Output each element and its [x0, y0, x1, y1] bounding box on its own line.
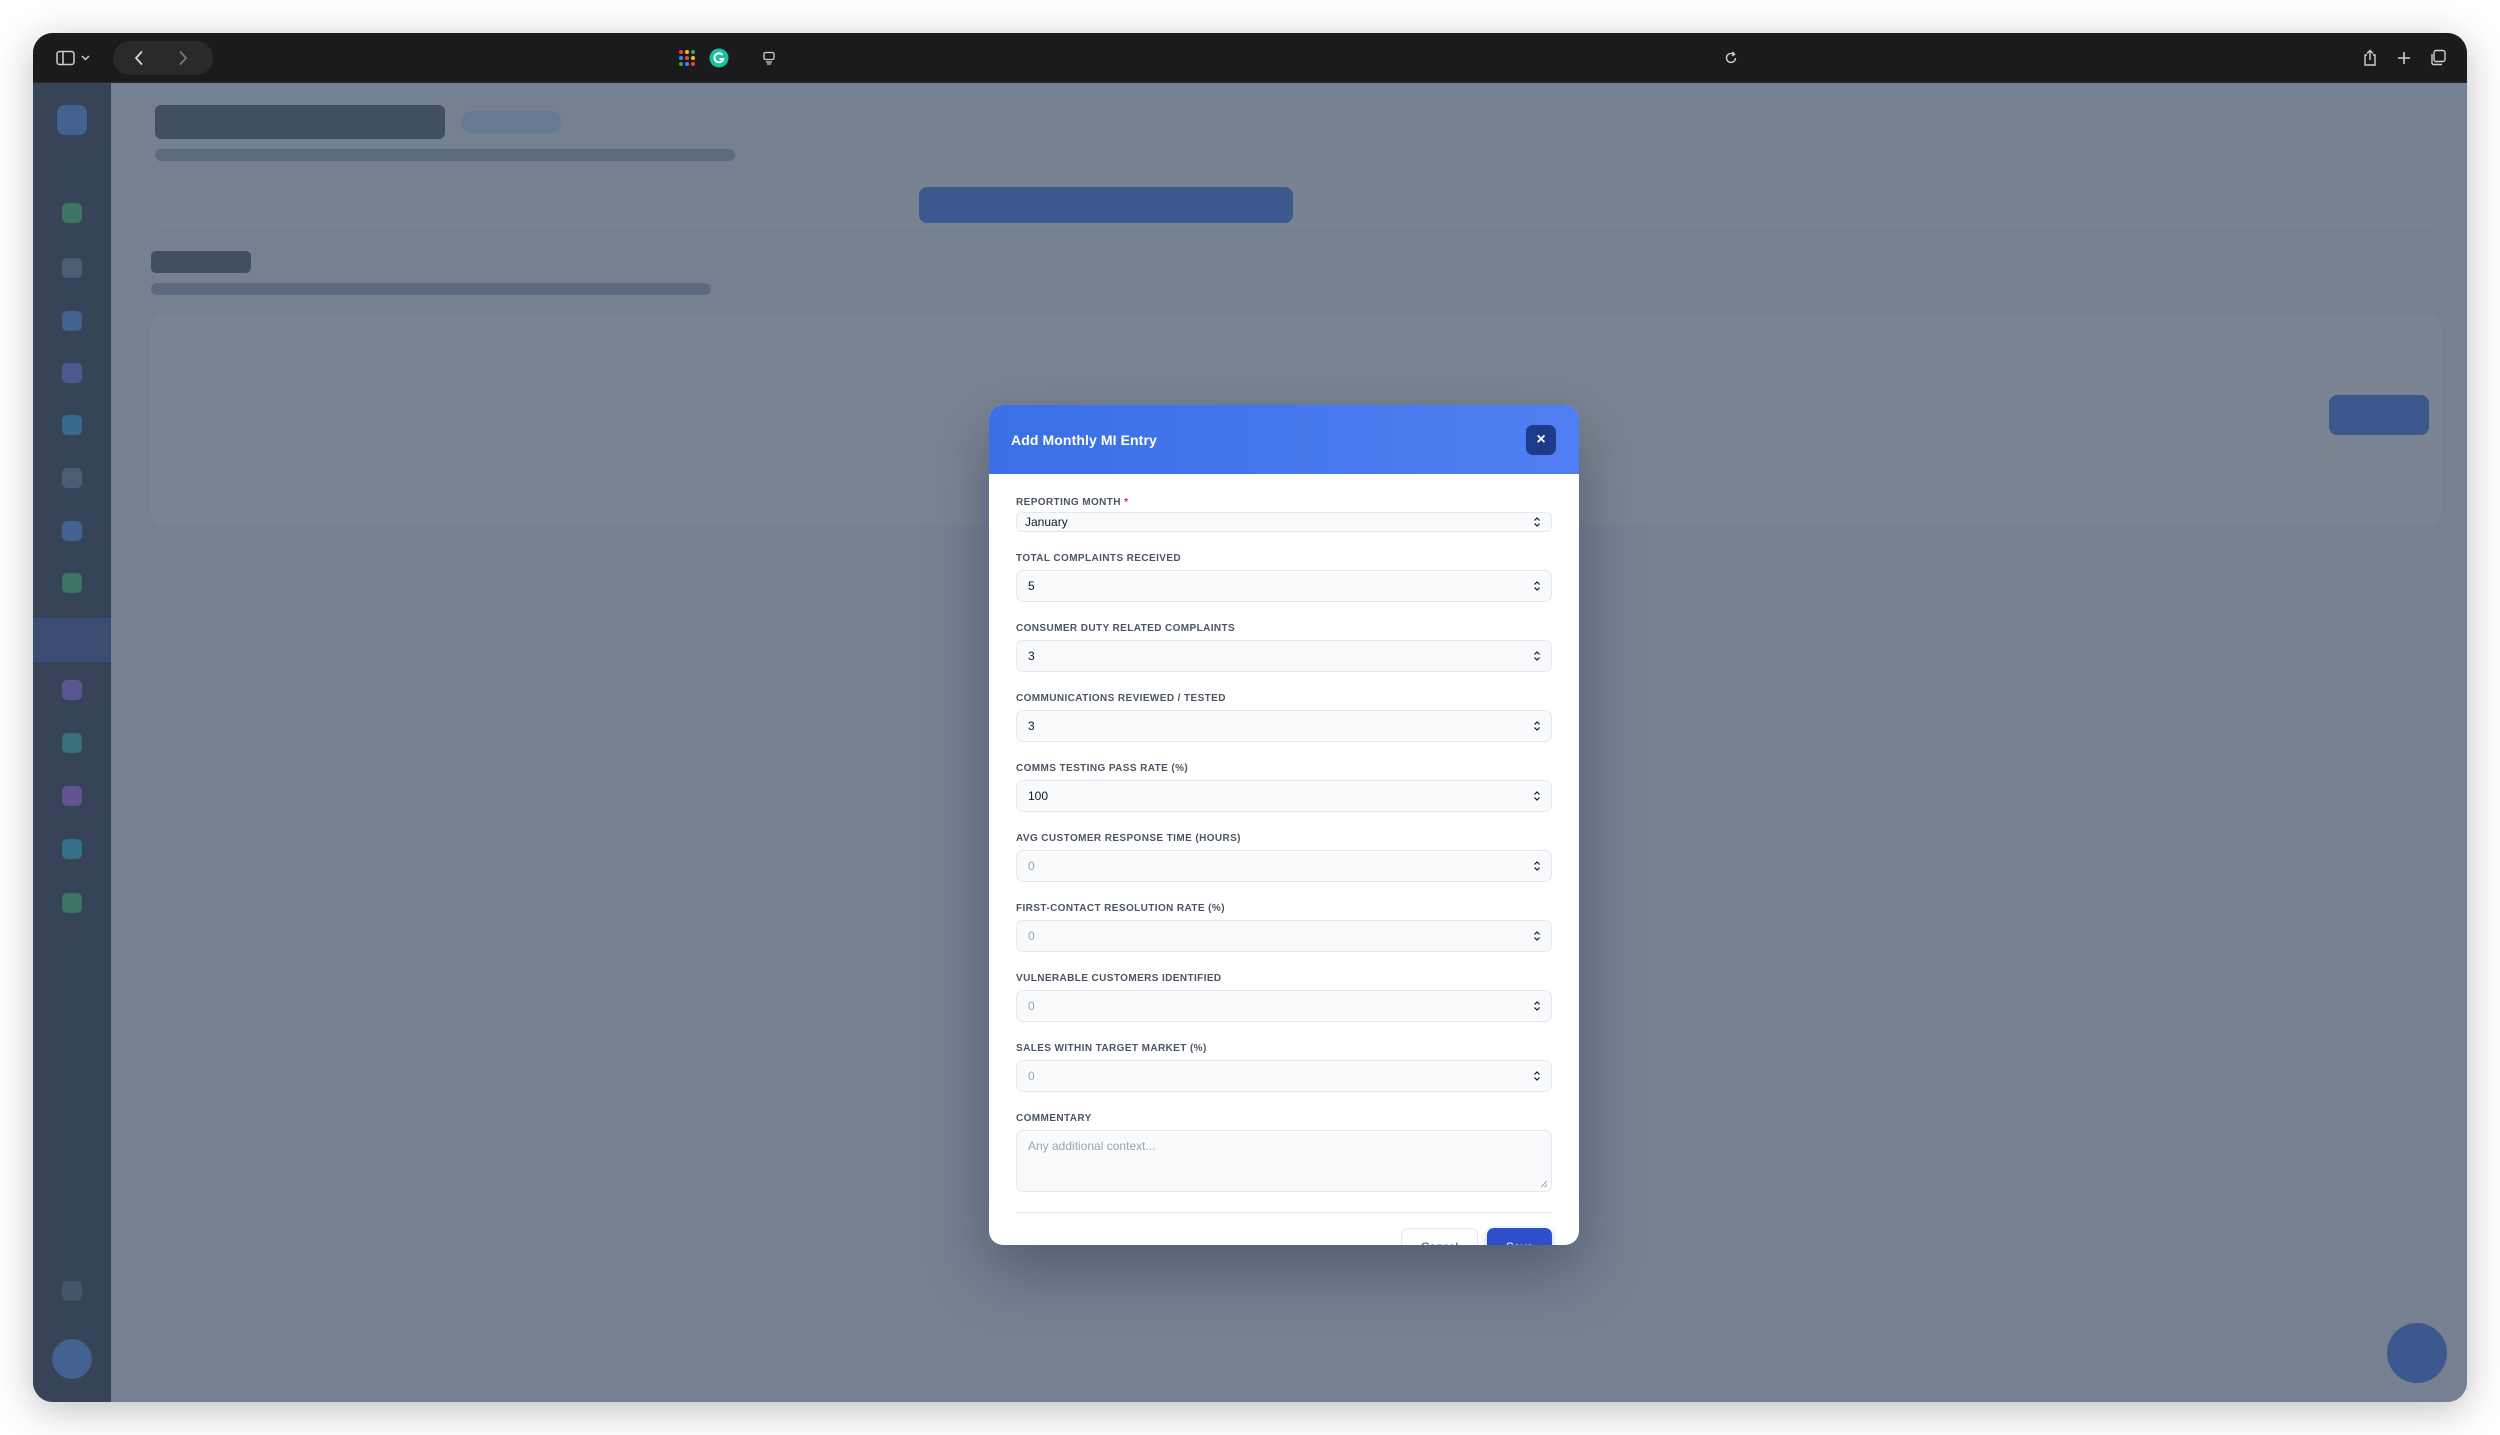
modal-header: Add Monthly MI Entry × — [989, 405, 1579, 474]
reporting-month-value: January — [1025, 515, 1068, 529]
apps-grid-icon — [679, 50, 695, 66]
metric-input-value: 3 — [1028, 649, 1035, 663]
metric-input-value: 100 — [1028, 789, 1049, 803]
sidebar-icon — [56, 50, 90, 66]
metric-input-value: 3 — [1028, 719, 1035, 733]
page-settings-button[interactable] — [757, 33, 781, 83]
browser-window: Add Monthly MI Entry × REPORTING MONTH *… — [33, 33, 2467, 1402]
tabs-icon — [2431, 49, 2446, 66]
metric-number-input[interactable]: 3 — [1016, 710, 1552, 742]
select-updown-icon — [1533, 516, 1541, 528]
add-monthly-mi-modal: Add Monthly MI Entry × REPORTING MONTH *… — [989, 405, 1579, 1245]
metric-number-input[interactable]: 3 — [1016, 640, 1552, 672]
modal-body: REPORTING MONTH * January TOTAL COMPLAIN… — [989, 474, 1579, 1245]
metric-field-label: TOTAL COMPLAINTS RECEIVED — [1016, 553, 1182, 564]
metric-field-group: VULNERABLE CUSTOMERS IDENTIFIED 0 — [1016, 972, 1552, 1022]
chevron-left-icon — [135, 51, 143, 65]
number-stepper-icon[interactable] — [1533, 790, 1541, 802]
commentary-placeholder: Any additional context... — [1028, 1139, 1156, 1153]
save-button[interactable]: Save — [1487, 1228, 1552, 1245]
metric-input-value: 0 — [1028, 1069, 1035, 1083]
metric-field-group: FIRST-CONTACT RESOLUTION RATE (%) 0 — [1016, 902, 1552, 952]
metric-field-label: FIRST-CONTACT RESOLUTION RATE (%) — [1016, 903, 1225, 914]
metric-input-value: 0 — [1028, 929, 1035, 943]
number-stepper-icon[interactable] — [1533, 1000, 1541, 1012]
metric-field-label: AVG CUSTOMER RESPONSE TIME (HOURS) — [1016, 833, 1241, 844]
metric-input-value: 5 — [1028, 579, 1035, 593]
metric-fields: TOTAL COMPLAINTS RECEIVED 5 CONSUMER DUTY … — [1016, 552, 1552, 1092]
metric-number-input[interactable]: 100 — [1016, 780, 1552, 812]
modal-title: Add Monthly MI Entry — [1011, 431, 1157, 448]
metric-field-label: CONSUMER DUTY RELATED COMPLAINTS — [1016, 623, 1236, 634]
grammarly-extension-button[interactable] — [707, 33, 731, 83]
reload-button[interactable] — [1719, 33, 1743, 83]
required-marker: * — [1124, 497, 1129, 508]
close-icon: × — [1536, 431, 1546, 448]
metric-field-group: COMMS TESTING PASS RATE (%) 100 — [1016, 762, 1552, 812]
plus-icon — [2398, 52, 2410, 64]
metric-field-group: COMMUNICATIONS REVIEWED / TESTED 3 — [1016, 692, 1552, 742]
reporting-month-group: REPORTING MONTH * January — [1016, 496, 1552, 532]
share-icon — [2364, 49, 2376, 66]
metric-field-group: SALES WITHIN TARGET MARKET (%) 0 — [1016, 1042, 1552, 1092]
tab-overview-button[interactable] — [2425, 33, 2451, 83]
number-stepper-icon[interactable] — [1533, 1070, 1541, 1082]
number-stepper-icon[interactable] — [1533, 860, 1541, 872]
forward-button[interactable] — [163, 33, 203, 83]
metric-number-input[interactable]: 0 — [1016, 920, 1552, 952]
reload-icon — [1725, 51, 1737, 64]
sidebar-toggle-button[interactable] — [47, 33, 101, 83]
back-button[interactable] — [119, 33, 159, 83]
share-button[interactable] — [2357, 33, 2383, 83]
page-content: Add Monthly MI Entry × REPORTING MONTH *… — [33, 83, 2467, 1402]
commentary-textarea[interactable]: Any additional context... — [1016, 1130, 1552, 1192]
metric-input-value: 0 — [1028, 859, 1035, 873]
commentary-group: COMMENTARY Any additional context... — [1016, 1112, 1552, 1192]
number-stepper-icon[interactable] — [1533, 720, 1541, 732]
metric-number-input[interactable]: 0 — [1016, 1060, 1552, 1092]
apps-extension-button[interactable] — [675, 33, 699, 83]
page-menu-icon — [763, 51, 775, 65]
reporting-month-select[interactable]: January — [1016, 512, 1552, 532]
reporting-month-label: REPORTING MONTH * — [1016, 497, 1129, 508]
metric-field-group: AVG CUSTOMER RESPONSE TIME (HOURS) 0 — [1016, 832, 1552, 882]
metric-number-input[interactable]: 5 — [1016, 570, 1552, 602]
metric-field-group: CONSUMER DUTY RELATED COMPLAINTS 3 — [1016, 622, 1552, 672]
close-button[interactable]: × — [1526, 425, 1556, 455]
metric-field-label: COMMUNICATIONS REVIEWED / TESTED — [1016, 693, 1226, 704]
number-stepper-icon[interactable] — [1533, 650, 1541, 662]
metric-number-input[interactable]: 0 — [1016, 990, 1552, 1022]
browser-toolbar — [33, 33, 2467, 83]
grammarly-icon — [709, 48, 729, 68]
cancel-button[interactable]: Cancel — [1401, 1228, 1478, 1245]
metric-field-label: SALES WITHIN TARGET MARKET (%) — [1016, 1043, 1207, 1054]
metric-field-group: TOTAL COMPLAINTS RECEIVED 5 — [1016, 552, 1552, 602]
number-stepper-icon[interactable] — [1533, 580, 1541, 592]
metric-input-value: 0 — [1028, 999, 1035, 1013]
metric-field-label: COMMS TESTING PASS RATE (%) — [1016, 763, 1189, 774]
modal-footer: Cancel Save — [1016, 1213, 1552, 1245]
chevron-right-icon — [179, 51, 187, 65]
metric-number-input[interactable]: 0 — [1016, 850, 1552, 882]
number-stepper-icon[interactable] — [1533, 930, 1541, 942]
commentary-label: COMMENTARY — [1016, 1113, 1092, 1124]
resize-handle-icon[interactable] — [1540, 1180, 1548, 1188]
new-tab-button[interactable] — [2391, 33, 2417, 83]
metric-field-label: VULNERABLE CUSTOMERS IDENTIFIED — [1016, 973, 1222, 984]
